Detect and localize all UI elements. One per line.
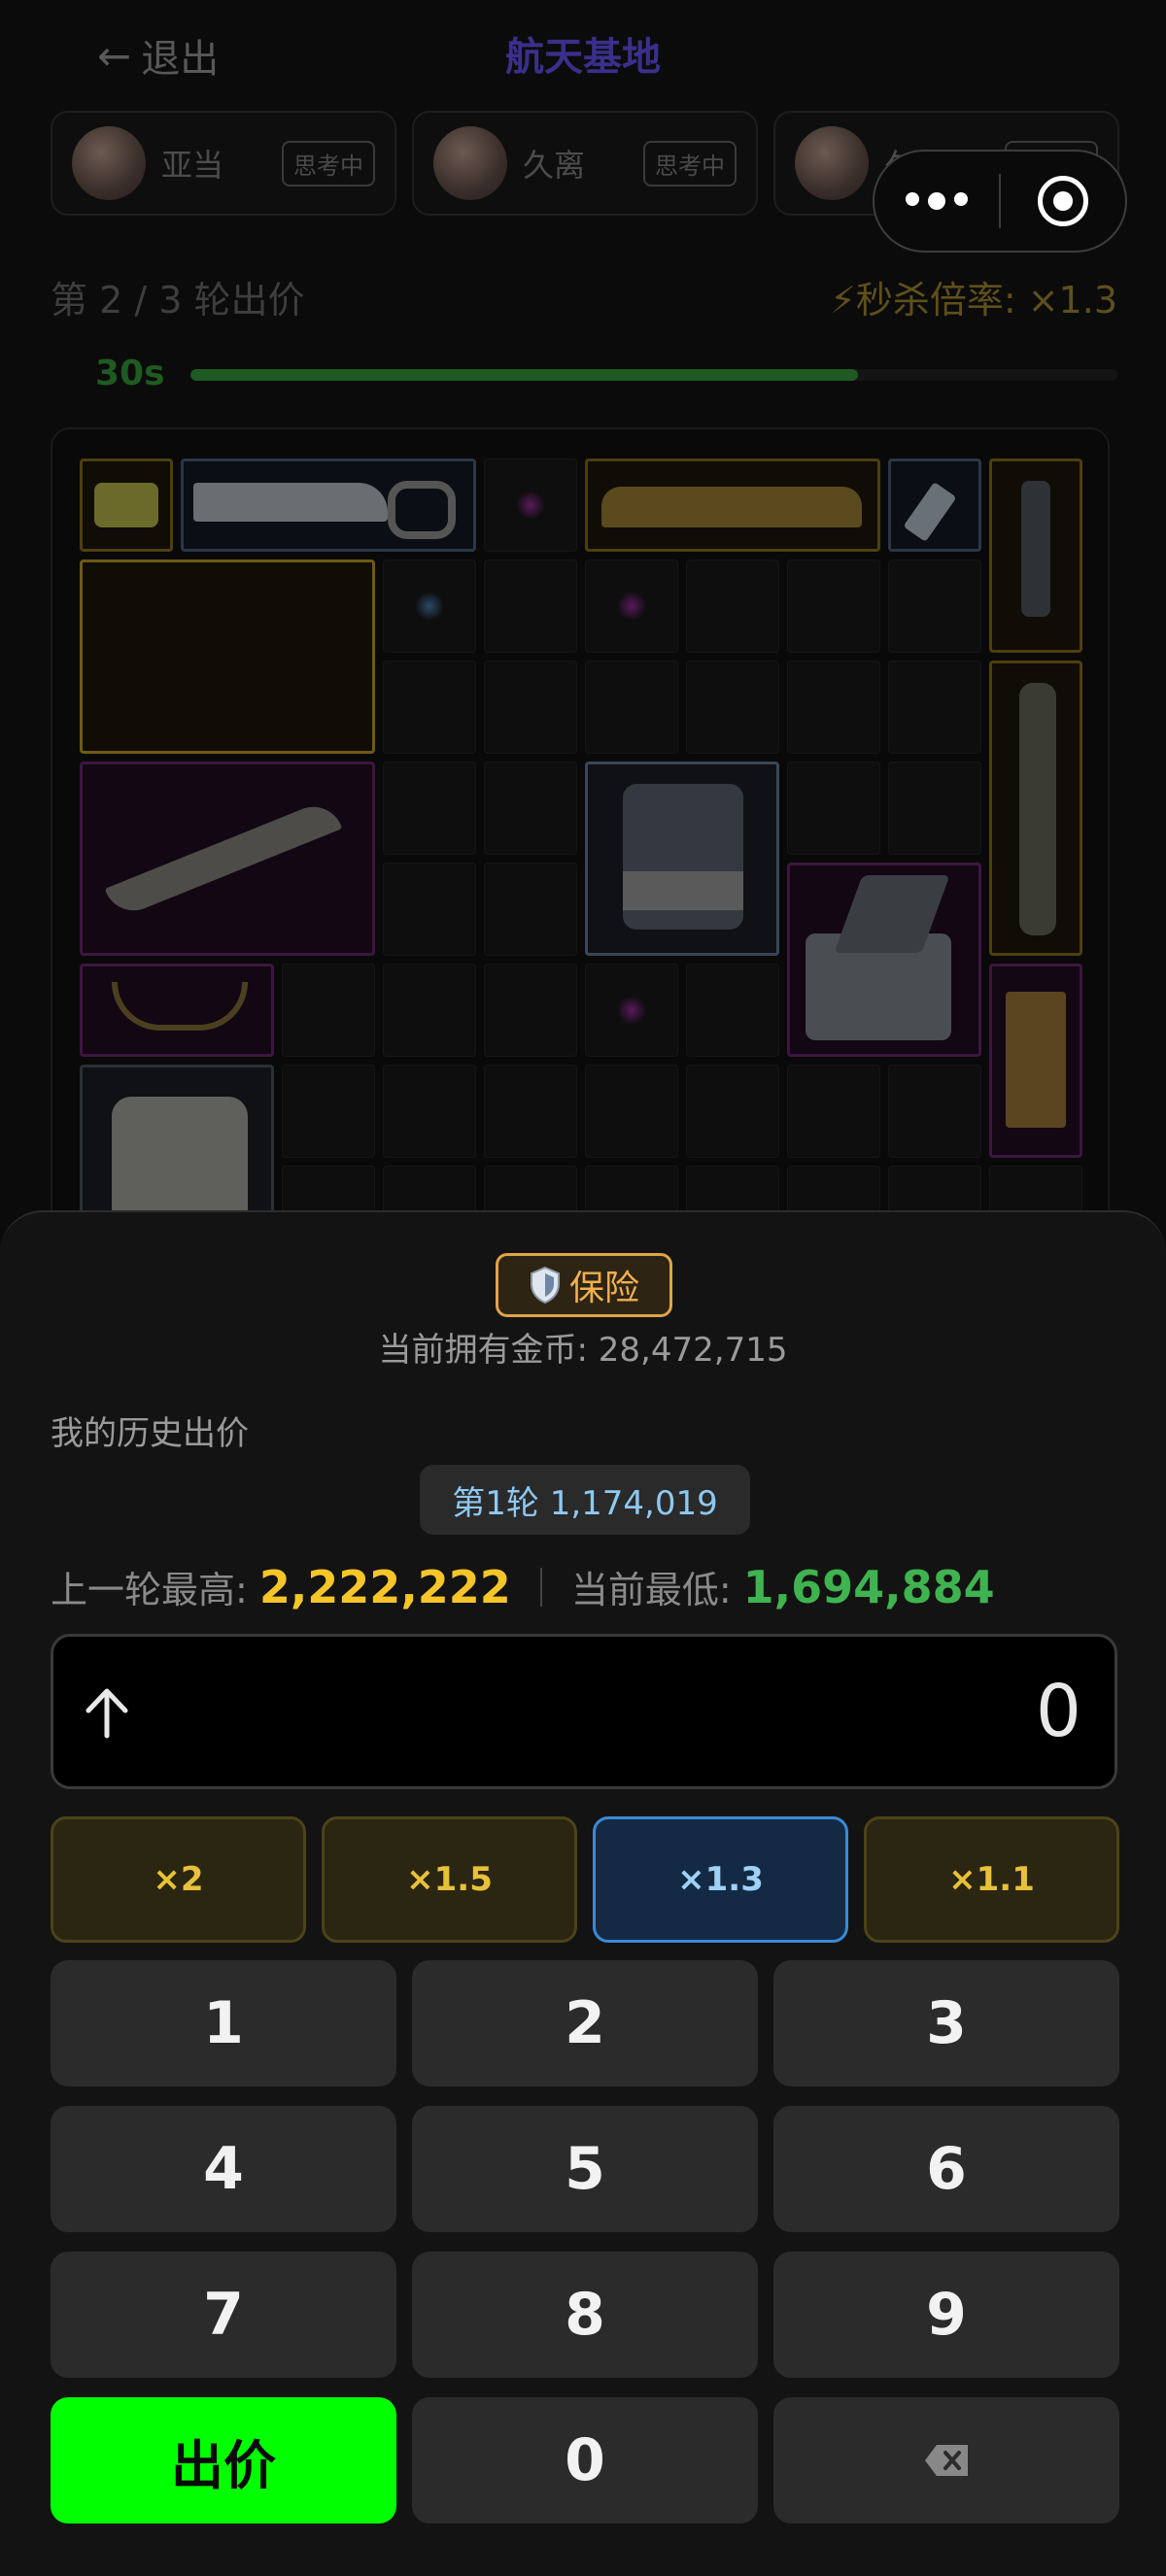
grid-cell	[484, 964, 577, 1057]
more-options-icon[interactable]	[874, 192, 999, 210]
close-miniprogram-icon[interactable]	[1001, 176, 1125, 226]
grid-cell	[383, 863, 476, 956]
grid-cell	[888, 1065, 981, 1158]
player-card: 亚当 思考中	[51, 111, 396, 216]
key-8[interactable]: 8	[412, 2252, 758, 2378]
last-high-label: 上一轮最高:	[51, 1569, 248, 1611]
bid-input-value: 0	[1035, 1670, 1081, 1753]
item-knife	[80, 762, 375, 956]
last-high-value: 2,222,222	[258, 1560, 511, 1613]
timer-progress-fill	[190, 369, 858, 381]
item-empty-slot-large	[80, 559, 375, 754]
current-low-value: 1,694,884	[742, 1560, 995, 1613]
countdown-timer: 30s	[95, 354, 165, 393]
item-book	[989, 964, 1082, 1158]
multiplier-x1-1-button[interactable]: ×1.1	[864, 1816, 1119, 1943]
status-badge: 思考中	[643, 140, 737, 186]
grid-cell	[888, 762, 981, 855]
summary-divider	[539, 1567, 542, 1607]
grid-cell	[686, 559, 779, 653]
avatar	[72, 126, 146, 200]
inventory-grid	[51, 427, 1110, 1282]
game-background: ← 退出 航天基地 亚当 思考中 久离 思考中 久离 思考中 第 2 / 3 轮…	[0, 0, 1166, 1282]
bid-sheet: 保险 当前拥有金币: 28,472,715 我的历史出价 第1轮 1,174,0…	[0, 1210, 1166, 2576]
shield-icon	[530, 1266, 560, 1305]
multiplier-row: ×2 ×1.5 ×1.3 ×1.1	[51, 1816, 1119, 1943]
item-horn-necklace	[80, 964, 274, 1057]
item-tin-box	[80, 458, 173, 552]
grid-cell	[383, 964, 476, 1057]
grid-cell	[484, 458, 577, 552]
grid-cell	[383, 661, 476, 754]
avatar	[795, 126, 869, 200]
status-badge: 思考中	[282, 140, 375, 186]
key-2[interactable]: 2	[412, 1960, 758, 2086]
submit-bid-button[interactable]: 出价	[51, 2397, 396, 2524]
grid-cell	[787, 1065, 880, 1158]
key-9[interactable]: 9	[773, 2252, 1119, 2378]
grid-cell	[585, 661, 678, 754]
grid-cell	[585, 559, 678, 653]
grid-cell	[383, 762, 476, 855]
key-6[interactable]: 6	[773, 2106, 1119, 2232]
timer-progress	[190, 369, 1117, 381]
key-0[interactable]: 0	[412, 2397, 758, 2524]
top-bar: ← 退出 航天基地	[0, 0, 1166, 107]
miniprogram-capsule	[873, 150, 1127, 253]
grid-cell	[585, 964, 678, 1057]
grid-cell	[484, 559, 577, 653]
grid-cell	[282, 1065, 375, 1158]
key-3[interactable]: 3	[773, 1960, 1119, 2086]
grid-cell	[484, 1065, 577, 1158]
item-paint-can	[585, 762, 779, 956]
multiplier-x1-3-button[interactable]: ×1.3	[593, 1816, 848, 1943]
item-tube-case	[989, 661, 1082, 956]
multiplier-x2-button[interactable]: ×2	[51, 1816, 306, 1943]
player-name: 久离	[523, 147, 586, 184]
grid-cell	[383, 559, 476, 653]
bid-history-chip: 第1轮 1,174,019	[420, 1465, 750, 1535]
grid-cell	[686, 1065, 779, 1158]
player-name: 亚当	[161, 147, 224, 184]
grid-cell	[484, 863, 577, 956]
item-scope	[989, 458, 1082, 653]
item-crown	[585, 458, 880, 552]
key-5[interactable]: 5	[412, 2106, 758, 2232]
key-7[interactable]: 7	[51, 2252, 396, 2378]
grid-cell	[686, 661, 779, 754]
current-low-label: 当前最低:	[570, 1569, 732, 1611]
grid-cell	[888, 661, 981, 754]
bid-history-label: 我的历史出价	[51, 1414, 249, 1453]
backspace-button[interactable]	[773, 2397, 1119, 2524]
backspace-icon	[925, 2445, 968, 2476]
key-4[interactable]: 4	[51, 2106, 396, 2232]
item-machete	[181, 458, 476, 552]
multiplier-x1-5-button[interactable]: ×1.5	[322, 1816, 577, 1943]
insurance-label: 保险	[568, 1269, 639, 1308]
numeric-keypad: 1 2 3 4 5 6 7 8 9 出价 0	[51, 1960, 1119, 2524]
coin-balance: 当前拥有金币: 28,472,715	[378, 1331, 788, 1370]
player-card: 久离 思考中	[412, 111, 758, 216]
item-usb-drive	[888, 458, 981, 552]
grid-cell	[686, 964, 779, 1057]
arrow-up-icon[interactable]	[83, 1685, 131, 1740]
grid-cell	[888, 559, 981, 653]
seckill-multiplier: ⚡秒杀倍率: ×1.3	[830, 279, 1117, 322]
item-centrifuge	[787, 863, 981, 1057]
grid-cell	[484, 762, 577, 855]
grid-cell	[787, 762, 880, 855]
page-title: 航天基地	[505, 35, 661, 80]
bid-input[interactable]: 0	[51, 1634, 1117, 1789]
key-1[interactable]: 1	[51, 1960, 396, 2086]
avatar	[433, 126, 507, 200]
grid-cell	[787, 661, 880, 754]
grid-cell	[282, 964, 375, 1057]
grid-cell	[787, 559, 880, 653]
grid-cell	[484, 661, 577, 754]
insurance-button[interactable]: 保险	[496, 1253, 672, 1317]
round-label: 第 2 / 3 轮出价	[51, 279, 305, 322]
bid-summary: 上一轮最高: 2,222,222 当前最低: 1,694,884	[51, 1560, 995, 1613]
grid-cell	[585, 1065, 678, 1158]
grid-cell	[383, 1065, 476, 1158]
